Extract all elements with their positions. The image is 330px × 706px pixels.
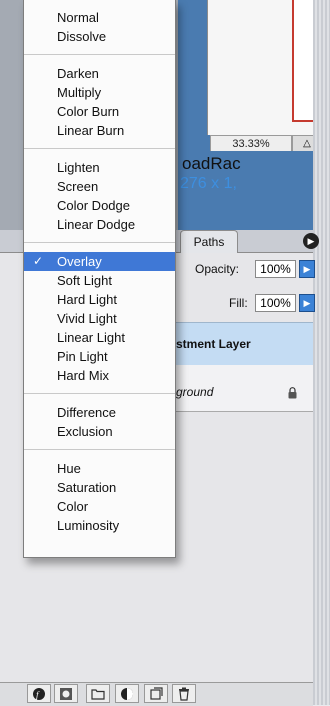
menu-item-label: Saturation bbox=[57, 480, 117, 495]
window-edge-strip bbox=[313, 0, 330, 705]
menu-item-label: Multiply bbox=[57, 85, 102, 100]
menu-item-label: Normal bbox=[57, 10, 99, 25]
fill-slider-button[interactable]: ▶ bbox=[299, 294, 315, 312]
layer-name-background: ground bbox=[176, 385, 214, 399]
document-size: 276 x 1, bbox=[180, 175, 237, 192]
menu-item-multiply[interactable]: Multiply bbox=[24, 83, 175, 102]
menu-item-label: Overlay bbox=[57, 254, 102, 269]
checkmark-icon: ✓ bbox=[33, 254, 44, 268]
opacity-slider-button[interactable]: ▶ bbox=[299, 260, 315, 278]
menu-item-lighten[interactable]: Lighten bbox=[24, 158, 175, 177]
menu-item-label: Hard Mix bbox=[57, 368, 110, 383]
opacity-field[interactable]: 100% bbox=[255, 260, 296, 278]
layer-name-adjustment: stment Layer bbox=[176, 337, 251, 351]
menu-item-saturation[interactable]: Saturation bbox=[24, 478, 175, 497]
menu-item-label: Exclusion bbox=[57, 424, 113, 439]
menu-item-label: Difference bbox=[57, 405, 117, 420]
menu-item-label: Screen bbox=[57, 179, 99, 194]
blend-mode-menu: Normal Dissolve Darken Multiply Color Burn Li… bbox=[23, 0, 176, 558]
new-layer-icon[interactable] bbox=[144, 684, 168, 703]
menu-item-normal[interactable]: Normal bbox=[24, 8, 175, 27]
menu-item-exclusion[interactable]: Exclusion bbox=[24, 422, 175, 441]
menu-item-label: Luminosity bbox=[57, 518, 120, 533]
trash-icon[interactable] bbox=[172, 684, 196, 703]
menu-item-label: Dissolve bbox=[57, 29, 107, 44]
new-group-icon[interactable] bbox=[86, 684, 110, 703]
layer-mask-icon[interactable] bbox=[54, 684, 78, 703]
menu-item-label: Linear Light bbox=[57, 330, 125, 345]
fill-label: Fill: bbox=[229, 296, 248, 310]
menu-item-label: Linear Dodge bbox=[57, 217, 136, 232]
menu-item-luminosity[interactable]: Luminosity bbox=[24, 516, 175, 535]
menu-separator bbox=[24, 242, 175, 243]
menu-item-label: Color Burn bbox=[57, 104, 120, 119]
menu-item-label: Hue bbox=[57, 461, 81, 476]
menu-item-label: Soft Light bbox=[57, 273, 112, 288]
menu-item-label: Color Dodge bbox=[57, 198, 130, 213]
menu-item-color-dodge[interactable]: Color Dodge bbox=[24, 196, 175, 215]
menu-separator bbox=[24, 54, 175, 55]
menu-item-label: Linear Burn bbox=[57, 123, 125, 138]
menu-item-linear-burn[interactable]: Linear Burn bbox=[24, 121, 175, 140]
menu-item-color[interactable]: Color bbox=[24, 497, 175, 516]
menu-separator bbox=[24, 393, 175, 394]
menu-item-label: Vivid Light bbox=[57, 311, 117, 326]
menu-item-pin-light[interactable]: Pin Light bbox=[24, 347, 175, 366]
menu-separator bbox=[24, 148, 175, 149]
menu-item-screen[interactable]: Screen bbox=[24, 177, 175, 196]
layer-style-icon[interactable]: f bbox=[27, 684, 51, 703]
menu-item-label: Hard Light bbox=[57, 292, 117, 307]
fill-field[interactable]: 100% bbox=[255, 294, 296, 312]
menu-item-vivid-light[interactable]: Vivid Light bbox=[24, 309, 175, 328]
menu-item-darken[interactable]: Darken bbox=[24, 64, 175, 83]
menu-item-hard-mix[interactable]: Hard Mix bbox=[24, 366, 175, 385]
panel-menu-icon[interactable]: ▶ bbox=[303, 233, 319, 249]
menu-item-label: Color bbox=[57, 499, 89, 514]
menu-item-dissolve[interactable]: Dissolve bbox=[24, 27, 175, 46]
menu-separator bbox=[24, 449, 175, 450]
menu-item-linear-light[interactable]: Linear Light bbox=[24, 328, 175, 347]
menu-item-hue[interactable]: Hue bbox=[24, 459, 175, 478]
document-name: oadRac bbox=[182, 154, 241, 173]
menu-item-difference[interactable]: Difference bbox=[24, 403, 175, 422]
menu-item-label: Darken bbox=[57, 66, 99, 81]
menu-item-soft-light[interactable]: Soft Light bbox=[24, 271, 175, 290]
menu-item-label: Lighten bbox=[57, 160, 100, 175]
menu-item-linear-dodge[interactable]: Linear Dodge bbox=[24, 215, 175, 234]
tab-paths[interactable]: Paths bbox=[180, 230, 238, 253]
menu-item-label: Pin Light bbox=[57, 349, 108, 364]
menu-item-hard-light[interactable]: Hard Light bbox=[24, 290, 175, 309]
opacity-label: Opacity: bbox=[195, 262, 240, 276]
adjustment-layer-icon[interactable] bbox=[115, 684, 139, 703]
lock-icon bbox=[288, 387, 297, 399]
menu-item-overlay[interactable]: ✓ Overlay bbox=[24, 252, 175, 271]
menu-item-color-burn[interactable]: Color Burn bbox=[24, 102, 175, 121]
